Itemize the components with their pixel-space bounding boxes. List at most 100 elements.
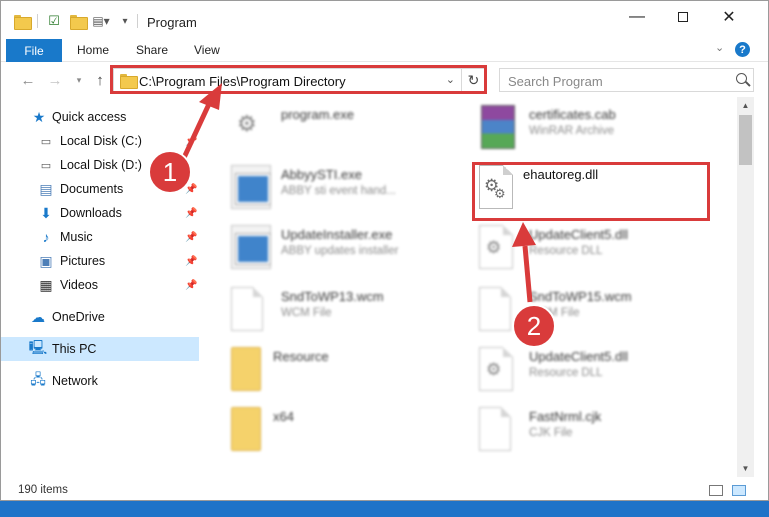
- file-type: WCM File: [281, 307, 332, 319]
- status-bar: 190 items: [1, 477, 768, 500]
- document-icon: ▤: [39, 180, 53, 197]
- properties-icon[interactable]: ☑: [45, 12, 63, 30]
- file-name: UpdateClient5.dll: [529, 227, 629, 242]
- file-type: CJK File: [529, 427, 573, 439]
- pin-icon[interactable]: 📌: [185, 280, 197, 291]
- file-name: SndToWP15.wcm: [529, 289, 632, 304]
- app-icon: [231, 165, 271, 209]
- folder-icon: [13, 12, 32, 30]
- vertical-scrollbar[interactable]: ▲ ▼: [737, 97, 754, 477]
- file-type: Resource DLL: [529, 367, 603, 379]
- pin-icon[interactable]: 📌: [185, 232, 197, 243]
- maximize-button[interactable]: [660, 1, 706, 33]
- sidebar-item-music[interactable]: ♪ Music 📌: [1, 225, 199, 249]
- file-item[interactable]: certificates.cab WinRAR Archive: [479, 101, 729, 157]
- file-name: FastNrml.cjk: [529, 409, 602, 424]
- search-icon: [736, 73, 747, 84]
- title-bar: ☑ ▤▾ ▾ Program — ✕: [1, 1, 768, 37]
- download-icon: ⬇: [40, 204, 52, 221]
- tab-file[interactable]: File: [6, 39, 62, 62]
- sidebar-item-label: Local Disk (C:): [60, 134, 142, 148]
- scroll-thumb[interactable]: [739, 115, 752, 165]
- forward-arrow-icon[interactable]: →: [46, 71, 64, 89]
- close-button[interactable]: ✕: [706, 1, 752, 33]
- film-icon: ▦: [39, 276, 53, 293]
- scroll-up-icon[interactable]: ▲: [737, 97, 754, 114]
- dll-file-icon: ⚙: [479, 225, 513, 269]
- file-item[interactable]: UpdateInstaller.exe ABBY updates install…: [231, 221, 481, 277]
- sidebar-item-this-pc[interactable]: 🖳 This PC: [1, 337, 199, 361]
- pin-icon[interactable]: 📌: [185, 136, 197, 147]
- sidebar-item-label: Pictures: [60, 254, 106, 268]
- file-item[interactable]: AbbyySTI.exe ABBY sti event hand...: [231, 161, 481, 217]
- sidebar-item-label: Documents: [60, 182, 124, 196]
- expand-ribbon-icon[interactable]: ⌄: [715, 41, 724, 54]
- minimize-button[interactable]: —: [614, 1, 660, 33]
- ribbon: File Home Share View ⌄ ?: [1, 37, 768, 62]
- search-input[interactable]: Search Program: [508, 74, 603, 89]
- file-icon: [231, 287, 263, 331]
- file-icon: [479, 407, 511, 451]
- file-item[interactable]: Resource: [231, 343, 481, 399]
- drive-icon: ▭: [40, 159, 52, 172]
- file-name: AbbyySTI.exe: [281, 167, 362, 182]
- sidebar-item-downloads[interactable]: ⬇ Downloads 📌: [1, 201, 199, 225]
- scroll-down-icon[interactable]: ▼: [737, 460, 754, 477]
- file-name: Resource: [273, 349, 329, 364]
- archive-icon: [481, 105, 515, 149]
- file-name: UpdateClient5.dll: [529, 349, 629, 364]
- app-icon: [231, 225, 271, 269]
- large-icons-view-icon[interactable]: [732, 485, 746, 496]
- file-list: ⚙ program.exe certificates.cab WinRAR Ar…: [201, 97, 737, 477]
- file-item[interactable]: SndToWP13.wcm WCM File: [231, 283, 481, 339]
- file-type: ABBY updates installer: [281, 245, 399, 257]
- pin-icon[interactable]: 📌: [185, 208, 197, 219]
- computer-icon: 🖳: [28, 339, 48, 355]
- music-icon: ♪: [42, 229, 50, 245]
- back-arrow-icon[interactable]: ←: [19, 71, 37, 89]
- step-two-badge: 2: [512, 304, 556, 348]
- drive-icon: ▭: [40, 135, 52, 148]
- dll-file-icon: ⚙: [479, 347, 513, 391]
- up-arrow-icon[interactable]: ↑: [91, 71, 109, 89]
- star-icon: ★: [32, 108, 46, 125]
- sidebar-item-quick-access[interactable]: ★ Quick access: [1, 105, 199, 129]
- sidebar-item-pictures[interactable]: ▣ Pictures 📌: [1, 249, 199, 273]
- file-item[interactable]: ⚙ UpdateClient5.dll Resource DLL: [479, 343, 729, 399]
- sidebar-item-label: Music: [60, 230, 93, 244]
- file-item[interactable]: FastNrml.cjk CJK File: [479, 403, 729, 459]
- sidebar-item-videos[interactable]: ▦ Videos 📌: [1, 273, 199, 297]
- close-icon: ✕: [722, 9, 736, 26]
- pin-icon[interactable]: 📌: [185, 256, 197, 267]
- folder-icon: [231, 347, 261, 391]
- step-one-badge: 1: [148, 150, 192, 194]
- file-name: x64: [273, 409, 294, 424]
- network-icon: 🖧: [30, 371, 46, 387]
- sidebar-item-label: Videos: [60, 278, 98, 292]
- folder-icon: [231, 407, 261, 451]
- qa-dropdown-icon[interactable]: ▾: [119, 12, 131, 30]
- tab-share[interactable]: Share: [136, 43, 168, 57]
- customize-qa-icon[interactable]: ▤▾: [91, 12, 111, 30]
- file-name: SndToWP13.wcm: [281, 289, 384, 304]
- sidebar-item-network[interactable]: 🖧 Network: [1, 369, 199, 393]
- recent-dropdown-icon[interactable]: ▾: [70, 71, 88, 89]
- sidebar-item-onedrive[interactable]: ☁ OneDrive: [1, 305, 199, 329]
- sidebar-item-label: Quick access: [52, 110, 127, 124]
- file-type: ABBY sti event hand...: [281, 185, 396, 197]
- search-box[interactable]: Search Program: [499, 68, 754, 92]
- pictures-icon: ▣: [39, 252, 53, 269]
- cloud-icon: ☁: [31, 308, 45, 325]
- new-folder-icon[interactable]: [69, 12, 88, 30]
- file-name: certificates.cab: [529, 107, 616, 122]
- file-item[interactable]: ⚙ program.exe: [231, 101, 481, 157]
- help-icon[interactable]: ?: [735, 42, 750, 57]
- tab-view[interactable]: View: [194, 43, 220, 57]
- sidebar-item-label: Network: [52, 374, 98, 388]
- file-item[interactable]: ⚙ UpdateClient5.dll Resource DLL: [479, 221, 729, 277]
- file-item[interactable]: x64: [231, 403, 481, 459]
- details-view-icon[interactable]: [709, 485, 723, 496]
- file-highlight: [472, 162, 710, 221]
- tab-home[interactable]: Home: [77, 43, 109, 57]
- item-count: 190 items: [18, 484, 68, 496]
